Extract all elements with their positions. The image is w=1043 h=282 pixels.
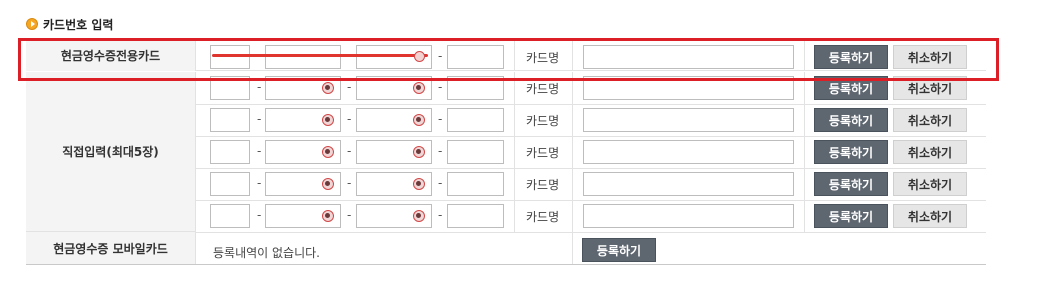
direct-input-label: 직접입력(최대5장)	[26, 72, 196, 232]
divider	[572, 72, 573, 104]
card-number-part1-input[interactable]	[210, 76, 250, 100]
masked-eye-icon	[322, 210, 334, 222]
masked-eye-icon	[413, 146, 425, 158]
card-number-part4-input[interactable]	[447, 204, 504, 228]
card-number-part2-input[interactable]	[265, 140, 341, 164]
masked-eye-icon	[413, 114, 425, 126]
card-name-input[interactable]	[583, 76, 794, 100]
row-divider	[196, 232, 986, 233]
card-name-label: 카드명	[526, 178, 560, 192]
row-divider	[196, 168, 986, 169]
card-number-part2-input[interactable]	[265, 204, 341, 228]
divider	[804, 104, 805, 136]
card-number-part1-input[interactable]	[210, 140, 250, 164]
card-number-part3-input[interactable]	[356, 108, 432, 132]
card-number-part4-input[interactable]	[447, 76, 504, 100]
card-number-part3-input[interactable]	[356, 204, 432, 228]
divider	[804, 200, 805, 232]
row-divider	[196, 136, 986, 137]
card-name-input[interactable]	[583, 108, 794, 132]
section-title: 카드번호 입력	[43, 17, 114, 32]
card-name-label: 카드명	[526, 114, 560, 128]
card-number-part2-input[interactable]	[265, 45, 341, 69]
dedicated-card-label: 현금영수증전용카드	[26, 39, 196, 71]
divider	[514, 136, 515, 168]
divider	[804, 38, 805, 70]
card-name-label: 카드명	[526, 210, 560, 224]
masked-eye-icon	[322, 178, 334, 190]
cancel-button[interactable]: 취소하기	[893, 76, 967, 100]
divider	[804, 168, 805, 200]
card-name-input[interactable]	[583, 204, 794, 228]
divider	[514, 168, 515, 200]
divider	[572, 104, 573, 136]
divider	[804, 136, 805, 168]
card-number-part2-input[interactable]	[265, 108, 341, 132]
card-name-input[interactable]	[583, 45, 794, 69]
register-button[interactable]: 등록하기	[814, 76, 888, 100]
divider	[572, 136, 573, 168]
card-number-part1-input[interactable]	[210, 45, 250, 69]
divider	[514, 72, 515, 104]
divider	[572, 200, 573, 232]
divider	[514, 38, 515, 70]
card-name-input[interactable]	[583, 140, 794, 164]
register-button[interactable]: 등록하기	[814, 172, 888, 196]
card-number-part4-input[interactable]	[447, 108, 504, 132]
divider	[572, 168, 573, 200]
masked-eye-icon	[322, 114, 334, 126]
cancel-button[interactable]: 취소하기	[893, 45, 967, 69]
card-name-label: 카드명	[526, 51, 560, 65]
mobile-register-button[interactable]: 등록하기	[582, 238, 656, 262]
masked-eye-icon	[322, 82, 334, 94]
cancel-button[interactable]: 취소하기	[893, 172, 967, 196]
card-number-part3-input[interactable]	[356, 76, 432, 100]
masked-eye-icon	[413, 210, 425, 222]
masked-eye-icon	[322, 146, 334, 158]
card-number-part1-input[interactable]	[210, 108, 250, 132]
redaction-mark	[212, 54, 428, 57]
card-number-part3-input[interactable]	[356, 140, 432, 164]
card-number-part2-input[interactable]	[265, 172, 341, 196]
section-header: 카드번호 입력	[26, 15, 113, 33]
cancel-button[interactable]: 취소하기	[893, 108, 967, 132]
divider	[572, 232, 573, 264]
row-divider	[196, 104, 986, 105]
arrow-bullet-icon	[26, 18, 38, 30]
cancel-button[interactable]: 취소하기	[893, 204, 967, 228]
card-number-part4-input[interactable]	[447, 45, 504, 69]
card-number-part2-input[interactable]	[265, 76, 341, 100]
card-number-part4-input[interactable]	[447, 140, 504, 164]
masked-eye-icon	[413, 82, 425, 94]
card-number-part1-input[interactable]	[210, 204, 250, 228]
cancel-button[interactable]: 취소하기	[893, 140, 967, 164]
card-number-part3-input[interactable]	[356, 172, 432, 196]
register-button[interactable]: 등록하기	[814, 204, 888, 228]
register-button[interactable]: 등록하기	[814, 108, 888, 132]
mobile-empty-text: 등록내역이 없습니다.	[213, 246, 320, 260]
card-name-label: 카드명	[526, 82, 560, 96]
divider	[514, 104, 515, 136]
card-number-part4-input[interactable]	[447, 172, 504, 196]
divider	[804, 72, 805, 104]
card-name-label: 카드명	[526, 146, 560, 160]
mobile-card-label: 현금영수증 모바일카드	[26, 232, 196, 264]
card-number-part1-input[interactable]	[210, 172, 250, 196]
register-button[interactable]: 등록하기	[814, 45, 888, 69]
table-bottom-border	[26, 264, 986, 265]
card-name-input[interactable]	[583, 172, 794, 196]
divider	[572, 38, 573, 70]
divider	[514, 200, 515, 232]
row-divider	[196, 200, 986, 201]
masked-eye-icon	[414, 51, 425, 62]
register-button[interactable]: 등록하기	[814, 140, 888, 164]
masked-eye-icon	[413, 178, 425, 190]
